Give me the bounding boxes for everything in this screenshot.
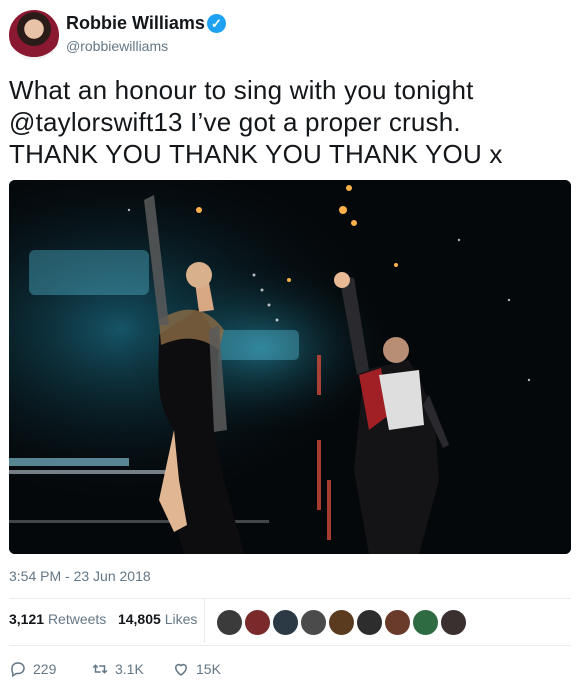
divider-bottom [9, 645, 571, 646]
profile-name[interactable]: Robbie Williams [66, 13, 205, 34]
concert-photo-art [9, 180, 571, 554]
reply-action[interactable]: 229 [9, 660, 56, 678]
profile-avatar[interactable] [9, 10, 59, 60]
tweet-line-3: THANK YOU THANK YOU THANK YOU x [9, 139, 503, 169]
stats-separator [204, 598, 205, 643]
likes-label: Likes [164, 611, 198, 627]
reply-icon [11, 662, 25, 678]
retweet-icon [92, 664, 108, 674]
liker-avatar[interactable] [300, 609, 327, 636]
likes-stat[interactable]: 14,805 Likes [118, 611, 197, 627]
liker-avatar[interactable] [244, 609, 271, 636]
liker-avatar[interactable] [328, 609, 355, 636]
tweet-line-2[interactable]: @taylorswift13 I’ve got a proper crush. [9, 106, 569, 138]
verified-check-icon: ✓ [207, 14, 226, 33]
liker-avatar[interactable] [384, 609, 411, 636]
retweet-action[interactable]: 3.1K [91, 660, 144, 678]
reply-count: 229 [33, 661, 57, 677]
heart-icon [174, 663, 188, 676]
liker-avatar[interactable] [412, 609, 439, 636]
tweet-line-1: What an honour to sing with you tonight [9, 75, 474, 105]
tweet-photo[interactable] [9, 180, 571, 554]
retweets-label: Retweets [47, 611, 107, 627]
retweet-count: 3.1K [115, 661, 144, 677]
profile-handle[interactable]: @robbiewilliams [66, 38, 168, 54]
divider-top [9, 598, 571, 599]
retweets-stat[interactable]: 3,121 Retweets [9, 611, 110, 627]
liker-avatar[interactable] [440, 609, 467, 636]
engagement-stats: 3,121 Retweets 14,805 Likes [9, 611, 197, 627]
like-action[interactable]: 15K [172, 660, 221, 678]
liker-avatar[interactable] [356, 609, 383, 636]
tweet-text: What an honour to sing with you tonight … [9, 74, 569, 170]
like-count: 15K [196, 661, 221, 677]
likes-count: 14,805 [117, 611, 161, 627]
tweet-timestamp[interactable]: 3:54 PM - 23 Jun 2018 [9, 568, 151, 584]
retweets-count: 3,121 [9, 611, 45, 627]
liker-avatar[interactable] [216, 609, 243, 636]
liker-avatar[interactable] [272, 609, 299, 636]
